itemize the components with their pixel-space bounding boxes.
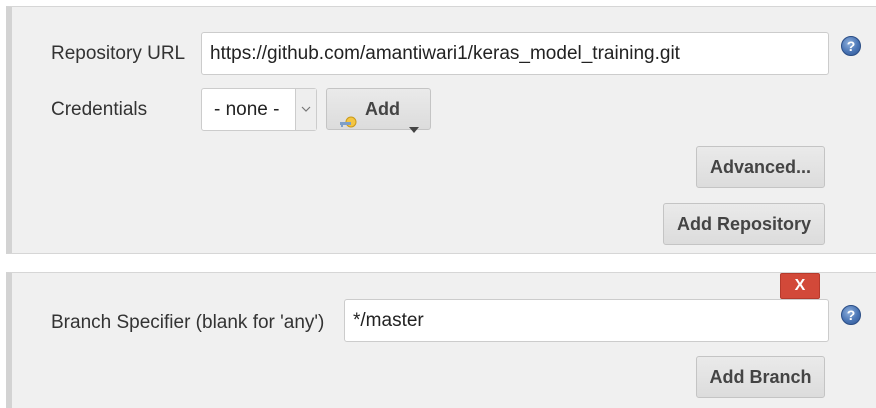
add-credentials-label: Add (365, 99, 400, 119)
add-credentials-button[interactable]: Add (326, 88, 431, 133)
branch-specifier-input[interactable]: */master (344, 299, 829, 342)
branch-specifier-label: Branch Specifier (blank for 'any') (51, 312, 325, 333)
close-icon[interactable]: X (780, 273, 820, 299)
help-icon[interactable]: ? (841, 305, 861, 325)
branch-section: X Branch Specifier (blank for 'any') */m… (6, 272, 876, 408)
advanced-button[interactable]: Advanced... (696, 146, 825, 188)
key-icon (339, 103, 357, 128)
chevron-down-icon (295, 89, 316, 130)
repository-section: Repository URL https://github.com/amanti… (6, 6, 876, 254)
add-branch-button[interactable]: Add Branch (696, 356, 825, 398)
chevron-down-icon (409, 107, 419, 147)
credentials-label: Credentials (51, 99, 148, 120)
credentials-selected-value: - none - (214, 99, 280, 120)
help-icon[interactable]: ? (841, 36, 861, 56)
repository-url-label: Repository URL (51, 43, 186, 64)
repository-url-input[interactable]: https://github.com/amantiwari1/keras_mod… (201, 32, 829, 75)
add-repository-button[interactable]: Add Repository (663, 203, 825, 245)
credentials-select[interactable]: - none - (201, 88, 317, 131)
